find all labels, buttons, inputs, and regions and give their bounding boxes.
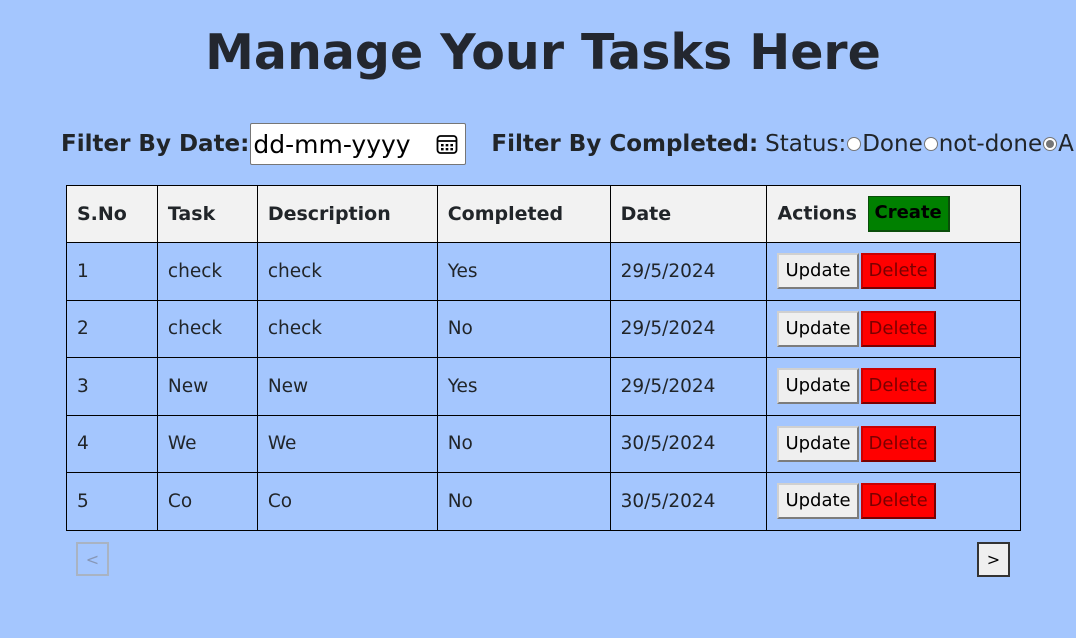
- cell-task: New: [156, 357, 258, 416]
- table-row: 2 check check No 29/5/2024 Update Delete: [66, 299, 1021, 358]
- update-button[interactable]: Update: [777, 253, 859, 290]
- filter-completed-label: Filter By Completed:: [491, 131, 759, 157]
- header-date: Date: [609, 185, 768, 243]
- status-label: Status:: [765, 131, 847, 157]
- cell-actions: Update Delete: [766, 357, 1021, 416]
- radio-all[interactable]: [1043, 137, 1058, 151]
- cell-date: 29/5/2024: [609, 357, 768, 416]
- cell-actions: Update Delete: [766, 414, 1021, 473]
- create-button[interactable]: Create: [867, 196, 950, 232]
- cell-actions: Update Delete: [766, 472, 1021, 531]
- cell-sno: 1: [66, 242, 158, 301]
- cell-task: Co: [156, 472, 258, 531]
- update-button[interactable]: Update: [777, 483, 859, 520]
- cell-date: 29/5/2024: [609, 242, 768, 301]
- calendar-icon[interactable]: [435, 132, 459, 156]
- delete-button[interactable]: Delete: [860, 425, 936, 462]
- cell-task: We: [156, 414, 258, 473]
- table-header-row: S.No Task Description Completed Date Act…: [66, 185, 1021, 243]
- delete-button[interactable]: Delete: [860, 368, 936, 405]
- header-description: Description: [256, 185, 438, 243]
- radio-not-done-label: not-done: [938, 131, 1043, 157]
- delete-button[interactable]: Delete: [860, 310, 936, 347]
- cell-completed: No: [436, 472, 611, 531]
- cell-description: Co: [256, 472, 438, 531]
- cell-description: check: [256, 299, 438, 358]
- cell-sno: 5: [66, 472, 158, 531]
- next-page-button[interactable]: >: [977, 542, 1010, 577]
- cell-task: check: [156, 242, 258, 301]
- update-button[interactable]: Update: [777, 425, 859, 462]
- header-completed: Completed: [436, 185, 611, 243]
- date-filter-input[interactable]: dd-mm-yyyy: [250, 123, 467, 165]
- cell-date: 30/5/2024: [609, 472, 768, 531]
- table-row: 3 New New Yes 29/5/2024 Update Delete: [66, 357, 1021, 416]
- tasks-table: S.No Task Description Completed Date Act…: [66, 185, 1021, 531]
- cell-sno: 2: [66, 299, 158, 358]
- cell-actions: Update Delete: [766, 242, 1021, 301]
- table-row: 4 We We No 30/5/2024 Update Delete: [66, 414, 1021, 473]
- header-task: Task: [156, 185, 258, 243]
- cell-completed: Yes: [436, 357, 611, 416]
- radio-done[interactable]: [847, 137, 862, 151]
- update-button[interactable]: Update: [777, 310, 859, 347]
- date-placeholder: dd-mm-yyyy: [253, 129, 411, 159]
- table-row: 5 Co Co No 30/5/2024 Update Delete: [66, 472, 1021, 531]
- cell-task: check: [156, 299, 258, 358]
- cell-description: New: [256, 357, 438, 416]
- cell-completed: No: [436, 299, 611, 358]
- cell-completed: Yes: [436, 242, 611, 301]
- cell-description: check: [256, 242, 438, 301]
- delete-button[interactable]: Delete: [860, 253, 936, 290]
- cell-actions: Update Delete: [766, 299, 1021, 358]
- cell-description: We: [256, 414, 438, 473]
- radio-all-label: All: [1058, 131, 1076, 157]
- table-row: 1 check check Yes 29/5/2024 Update Delet…: [66, 242, 1021, 301]
- cell-date: 29/5/2024: [609, 299, 768, 358]
- header-sno: S.No: [66, 185, 158, 243]
- update-button[interactable]: Update: [777, 368, 859, 405]
- header-actions: Actions Create: [766, 185, 1021, 243]
- cell-completed: No: [436, 414, 611, 473]
- delete-button[interactable]: Delete: [860, 483, 936, 520]
- cell-date: 30/5/2024: [609, 414, 768, 473]
- cell-sno: 3: [66, 357, 158, 416]
- header-actions-label: Actions: [777, 202, 857, 225]
- cell-sno: 4: [66, 414, 158, 473]
- filter-date-label: Filter By Date:: [61, 131, 250, 157]
- page-title: Manage Your Tasks Here: [205, 24, 881, 81]
- filter-bar: Filter By Date: dd-mm-yyyy Filter By Com…: [61, 123, 1076, 165]
- radio-not-done[interactable]: [923, 137, 938, 151]
- radio-done-label: Done: [862, 131, 923, 157]
- previous-page-button[interactable]: <: [76, 542, 109, 576]
